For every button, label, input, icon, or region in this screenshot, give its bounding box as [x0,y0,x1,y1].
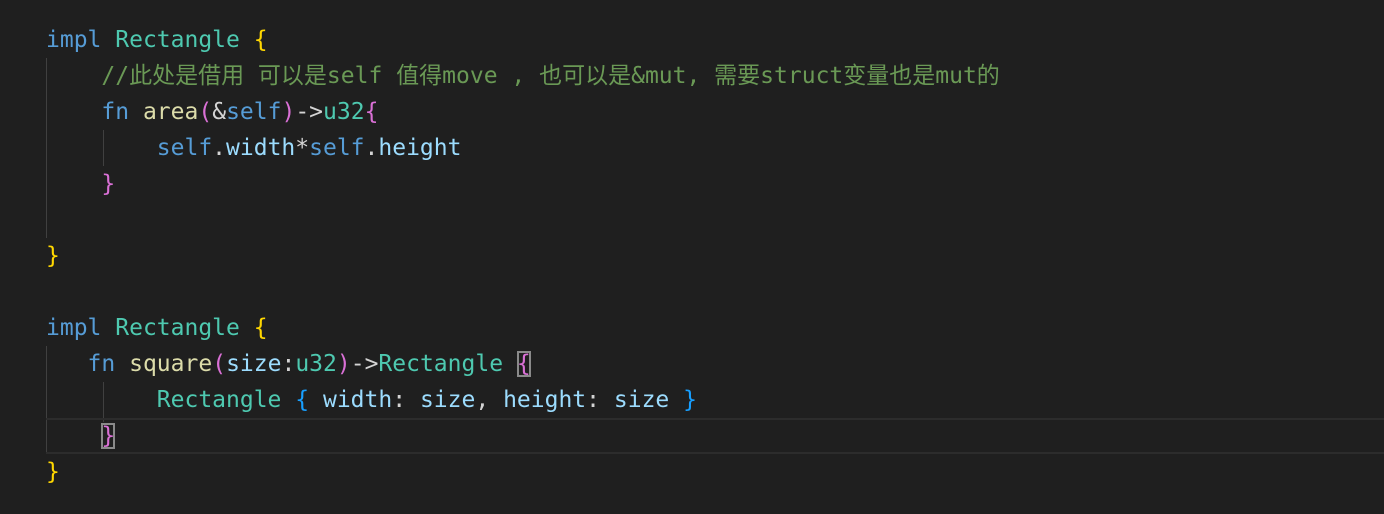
comment: //此处是借用 可以是self 值得move , 也可以是&mut, 需要str… [101,63,1000,89]
type-name: Rectangle [115,315,240,341]
current-line-highlight [46,418,1384,454]
arrow: -> [350,351,379,377]
code-line[interactable]: impl Rectangle { [46,310,268,346]
fn-open-brace: { [364,99,379,125]
code-line[interactable]: } [46,418,116,454]
arrow: -> [295,99,324,125]
value-size: size [419,387,476,413]
code-line[interactable]: self.width*self.height [46,130,462,166]
code-line[interactable]: Rectangle { width: size, height: size } [46,382,697,418]
function-name: square [129,351,213,377]
colon: : [281,351,296,377]
code-line[interactable]: fn area(&self)->u32{ [46,94,378,130]
comma: , [475,387,490,413]
colon: : [586,387,601,413]
code-line[interactable]: //此处是借用 可以是self 值得move , 也可以是&mut, 需要str… [46,58,1000,94]
code-line[interactable]: impl Rectangle { [46,22,268,58]
keyword-fn: fn [87,351,116,377]
self-keyword: self [156,135,213,161]
param-name: size [226,351,282,377]
keyword-impl: impl [46,27,102,53]
type-name: Rectangle [115,27,240,53]
code-line[interactable]: } [46,454,60,490]
close-brace: } [46,243,60,269]
fn-close-brace: } [101,171,116,197]
code-line[interactable]: fn square(size:u32)->Rectangle { [46,346,531,382]
keyword-fn: fn [101,99,130,125]
field-width: width [226,135,296,161]
struct-name: Rectangle [156,387,282,413]
paren-close: ) [336,351,351,377]
field-height: height [378,135,462,161]
fn-open-brace: { [516,351,531,377]
param-type: u32 [295,351,337,377]
return-type: u32 [323,99,365,125]
self-param: self [226,99,282,125]
dot: . [212,135,227,161]
code-line[interactable]: } [46,238,60,274]
field-width: width [322,387,393,413]
multiply: * [295,135,310,161]
keyword-impl: impl [46,315,102,341]
open-brace: { [253,315,268,341]
fn-close-brace: } [101,423,116,449]
self-keyword: self [309,135,365,161]
paren-close: ) [281,99,296,125]
function-name: area [142,99,199,125]
struct-open-brace: { [295,387,310,413]
paren-open: ( [212,351,227,377]
dot: . [364,135,379,161]
field-height: height [503,387,587,413]
code-line[interactable]: } [46,166,115,202]
return-type: Rectangle [378,351,504,377]
open-brace: { [253,27,268,53]
code-editor[interactable]: impl Rectangle { //此处是借用 可以是self 值得move … [0,0,1384,514]
close-brace: } [46,459,60,485]
ampersand: & [212,99,227,125]
paren-open: ( [198,99,213,125]
colon: : [392,387,407,413]
struct-close-brace: } [683,387,697,413]
value-size: size [613,387,670,413]
